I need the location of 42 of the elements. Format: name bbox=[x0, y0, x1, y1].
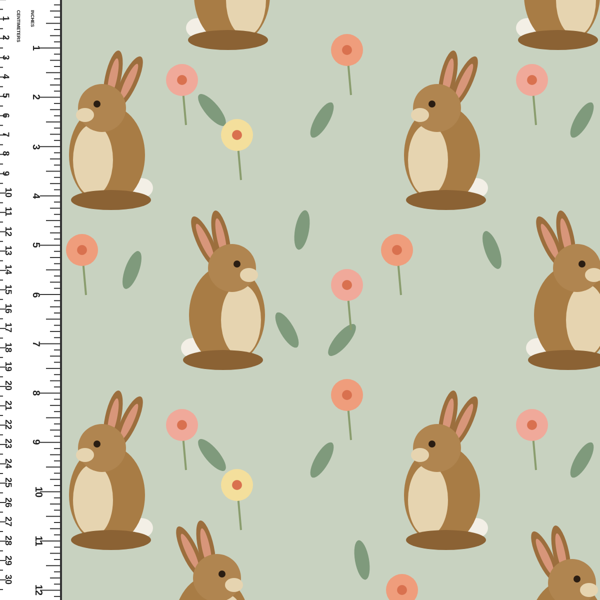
centimeter-number: 21 bbox=[4, 400, 12, 410]
centimeter-number: 15 bbox=[4, 284, 12, 294]
centimeter-number: 19 bbox=[4, 362, 12, 372]
centimeter-number: 28 bbox=[4, 536, 12, 546]
inch-number: 11 bbox=[32, 536, 42, 546]
inch-number: 6 bbox=[30, 292, 40, 298]
inch-number: 1 bbox=[30, 45, 40, 51]
centimeter-number: 13 bbox=[4, 246, 12, 256]
centimeter-number: 16 bbox=[4, 304, 12, 314]
centimeter-number: 9 bbox=[1, 170, 10, 176]
centimeter-number: 2 bbox=[1, 35, 10, 40]
centimeter-number: 6 bbox=[1, 112, 10, 118]
centimeter-number: 11 bbox=[3, 207, 12, 217]
centimeter-number: 4 bbox=[1, 74, 10, 80]
inch-number: 4 bbox=[30, 193, 40, 199]
inch-number: 10 bbox=[32, 486, 43, 498]
centimeter-number: 30 bbox=[4, 574, 12, 584]
centimeter-number: 8 bbox=[1, 151, 10, 156]
centimeter-number: 23 bbox=[4, 438, 12, 449]
centimeter-number: 7 bbox=[1, 132, 10, 138]
inch-number: 12 bbox=[32, 584, 43, 596]
centimeter-number: 10 bbox=[4, 188, 12, 198]
inch-number: 7 bbox=[30, 341, 40, 347]
centimeter-number: 12 bbox=[4, 226, 12, 236]
centimeter-number: 1 bbox=[1, 16, 10, 21]
inch-number: 8 bbox=[30, 390, 40, 396]
centimeter-number: 29 bbox=[4, 555, 12, 566]
centimeter-number: 24 bbox=[4, 458, 12, 468]
inch-number: 5 bbox=[30, 242, 40, 248]
centimeter-number: 18 bbox=[4, 342, 12, 352]
centimeter-number: 5 bbox=[1, 93, 10, 98]
centimeter-number: 25 bbox=[4, 478, 12, 488]
inch-number: 3 bbox=[30, 144, 40, 150]
centimeter-number: 14 bbox=[4, 264, 12, 275]
centimeter-number: 26 bbox=[4, 497, 12, 507]
centimeter-number: 17 bbox=[4, 322, 12, 333]
centimeter-number: 22 bbox=[4, 420, 12, 430]
centimeter-number: 3 bbox=[1, 54, 10, 60]
inch-number: 9 bbox=[30, 440, 40, 446]
inch-number: 2 bbox=[30, 94, 40, 100]
centimeter-number: 27 bbox=[4, 516, 12, 526]
centimeter-number: 20 bbox=[4, 380, 12, 391]
